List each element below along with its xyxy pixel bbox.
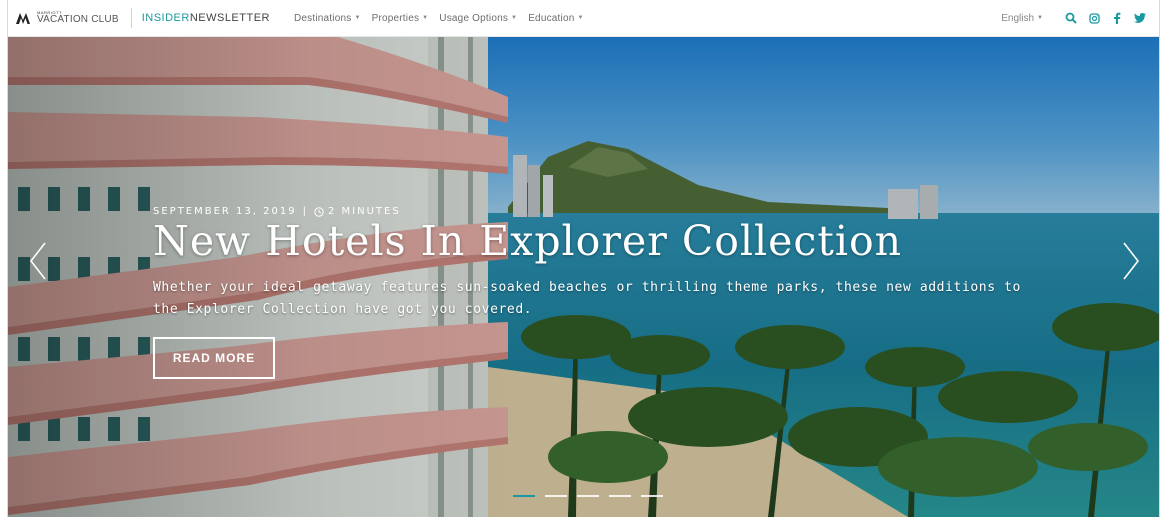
next-slide-arrow-icon[interactable] <box>1121 241 1141 281</box>
facebook-icon[interactable] <box>1110 11 1124 25</box>
caret-down-icon: ▼ <box>354 15 361 21</box>
previous-slide-arrow-icon[interactable] <box>28 241 48 281</box>
instagram-icon[interactable] <box>1087 11 1101 25</box>
logo-bottom-text: VACATION CLUB <box>37 14 119 25</box>
hero-carousel: SEPTEMBER 13, 2019 | 2 MINUTES New Hotel… <box>8 37 1159 517</box>
article-date: SEPTEMBER 13, 2019 <box>153 206 297 217</box>
caret-down-icon: ▼ <box>1037 15 1043 21</box>
logo-wordmark: MARRIOTT VACATION CLUB <box>37 11 119 25</box>
menu-item-label: Usage Options <box>439 12 509 24</box>
search-icon[interactable] <box>1064 11 1078 25</box>
menu-item-usage-options[interactable]: Usage Options ▼ <box>439 13 517 24</box>
article-read-time: 2 MINUTES <box>327 206 401 217</box>
menu-item-education[interactable]: Education ▼ <box>528 13 583 24</box>
marriott-logo-icon <box>16 13 30 24</box>
logo-divider <box>130 8 132 28</box>
menu-item-properties[interactable]: Properties ▼ <box>372 13 429 24</box>
menu-item-label: Destinations <box>294 12 352 24</box>
article-summary: Whether your ideal getaway features sun-… <box>153 280 1021 317</box>
vacation-club-logo[interactable]: MARRIOTT VACATION CLUB <box>15 11 119 25</box>
carousel-dot-1[interactable] <box>513 495 535 497</box>
insider-newsletter-brand[interactable]: INSIDER NEWSLETTER <box>142 12 270 24</box>
caret-down-icon: ▼ <box>577 15 584 21</box>
carousel-dot-2[interactable] <box>545 495 567 497</box>
meta-separator: | <box>302 206 308 217</box>
top-navigation: MARRIOTT VACATION CLUB INSIDER NEWSLETTE… <box>8 0 1159 37</box>
article-meta: SEPTEMBER 13, 2019 | 2 MINUTES <box>153 206 401 217</box>
carousel-indicators <box>513 495 673 497</box>
clock-icon <box>314 206 324 217</box>
menu-item-destinations[interactable]: Destinations ▼ <box>294 13 361 24</box>
brand-insider: INSIDER <box>141 12 190 24</box>
main-menu: Destinations ▼ Properties ▼ Usage Option… <box>294 13 595 24</box>
twitter-icon[interactable] <box>1133 11 1147 25</box>
page-frame: MARRIOTT VACATION CLUB INSIDER NEWSLETTE… <box>7 0 1160 517</box>
brand-newsletter: NEWSLETTER <box>189 12 270 24</box>
menu-item-label: Properties <box>371 12 420 24</box>
read-more-button[interactable]: READ MORE <box>153 337 275 379</box>
carousel-dot-4[interactable] <box>609 495 631 497</box>
menu-item-label: Education <box>528 12 575 24</box>
carousel-dot-5[interactable] <box>641 495 663 497</box>
caret-down-icon: ▼ <box>422 15 429 21</box>
caret-down-icon: ▼ <box>511 15 518 21</box>
article-title[interactable]: New Hotels In Explorer Collection <box>153 217 902 265</box>
language-selector[interactable]: English ▼ <box>1001 13 1043 24</box>
carousel-dot-3[interactable] <box>577 495 599 497</box>
language-label: English <box>1001 12 1035 24</box>
nav-utilities: English ▼ <box>1001 11 1147 25</box>
